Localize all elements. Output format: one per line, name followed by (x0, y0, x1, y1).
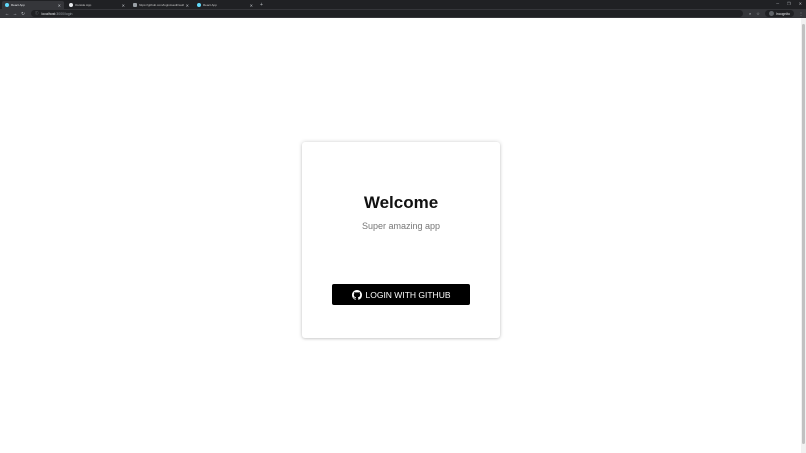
forward-icon[interactable]: → (11, 11, 19, 16)
react-icon (197, 3, 201, 7)
toolbar-actions: ⌕ ☆ Incognito ⋮ (749, 10, 803, 17)
scrollbar-thumb[interactable] (802, 24, 805, 444)
tab-title: React App (11, 3, 25, 7)
browser-tab-4[interactable]: React App ✕ (194, 1, 256, 9)
react-icon (5, 3, 9, 7)
browser-toolbar: ← → ↻ ⓘ localhost :3000/login ⌕ ☆ Incogn… (0, 9, 806, 18)
menu-icon[interactable]: ⋮ (799, 11, 803, 16)
close-icon[interactable]: ✕ (186, 3, 189, 8)
close-window-icon[interactable]: ✕ (799, 1, 802, 6)
login-button-label: LOGIN WITH GITHUB (365, 289, 451, 300)
incognito-icon (768, 11, 774, 16)
new-tab-button[interactable]: + (260, 1, 263, 9)
incognito-profile-button[interactable]: Incognito (764, 10, 794, 17)
page-title: Welcome (363, 193, 439, 212)
incognito-label: Incognito (775, 11, 790, 16)
reload-icon[interactable]: ↻ (19, 11, 27, 17)
page-subtitle: Super amazing app (361, 221, 441, 231)
login-with-github-button[interactable]: LOGIN WITH GITHUB (332, 284, 470, 305)
info-icon[interactable]: ⓘ (35, 11, 39, 16)
browser-tab-2[interactable]: Outside App ✕ (66, 1, 128, 9)
back-icon[interactable]: ← (3, 11, 11, 16)
close-icon[interactable]: ✕ (250, 3, 253, 8)
restore-icon[interactable]: ❐ (787, 1, 791, 6)
close-icon[interactable]: ✕ (122, 3, 125, 8)
browser-tab-3[interactable]: https://github.com/login/oauth/authorize… (130, 1, 192, 9)
page-scrollbar[interactable] (801, 18, 806, 453)
browser-tab-strip: React App ✕ Outside App ✕ https://github… (0, 0, 806, 9)
tab-title: React App (203, 3, 217, 7)
github-icon (69, 3, 73, 7)
tab-title: Outside App (75, 3, 92, 7)
login-card: Welcome Super amazing app LOGIN WITH GIT… (302, 142, 500, 338)
address-path: :3000/login (55, 11, 73, 16)
minimize-icon[interactable]: ─ (776, 1, 779, 6)
zoom-icon[interactable]: ⌕ (749, 11, 751, 16)
address-host: localhost (41, 11, 56, 16)
page-icon (133, 3, 137, 7)
address-bar[interactable]: ⓘ localhost :3000/login (31, 10, 743, 17)
window-controls: ─ ❐ ✕ (776, 1, 802, 6)
browser-tab-1[interactable]: React App ✕ (2, 1, 64, 9)
bookmark-star-icon[interactable]: ☆ (756, 11, 760, 16)
github-icon (351, 289, 362, 300)
tab-title: https://github.com/login/oauth/authorize (139, 3, 184, 7)
close-icon[interactable]: ✕ (58, 3, 61, 8)
